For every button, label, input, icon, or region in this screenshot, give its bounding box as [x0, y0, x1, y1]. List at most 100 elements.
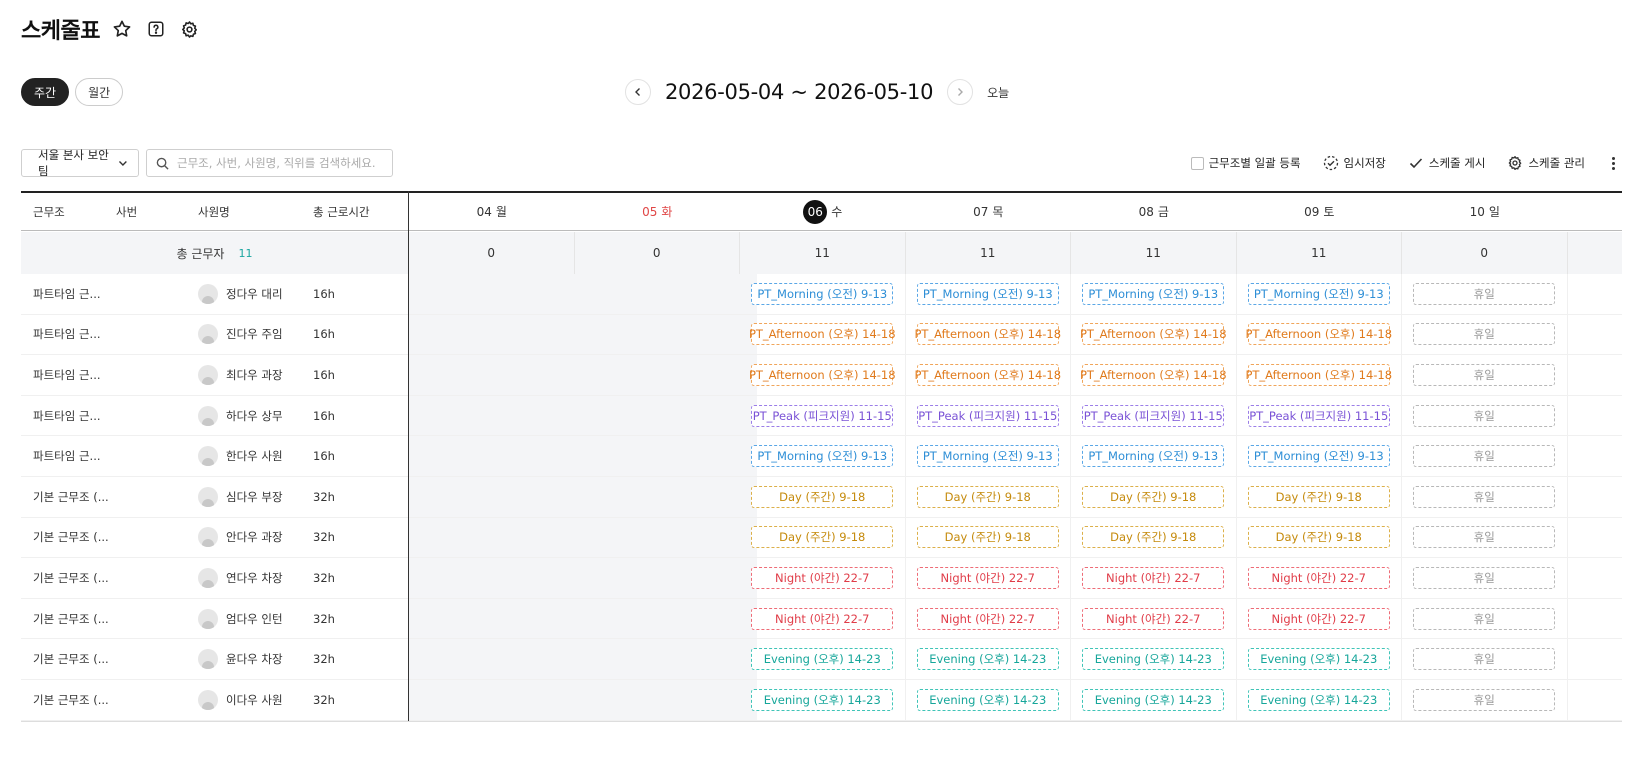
shift-tag-night[interactable]: Night (야간) 22-7 [751, 607, 894, 630]
shift-tag-off[interactable]: 휴일 [1413, 648, 1556, 671]
shift-tag-afternoon[interactable]: PT_Afternoon (오후) 14-18 [1080, 323, 1227, 346]
shift-tag-off[interactable]: 휴일 [1413, 282, 1556, 305]
shift-tag-evening[interactable]: Evening (오후) 14-23 [751, 688, 894, 711]
row-employee[interactable]: 심다우 부장 [198, 477, 283, 517]
more-options-icon[interactable] [1605, 156, 1621, 170]
row-hours: 32h [313, 570, 335, 585]
weekly-view-button[interactable]: 주간 [21, 78, 70, 106]
shift-tag-night[interactable]: Night (야간) 22-7 [1082, 566, 1225, 589]
shift-tag-afternoon[interactable]: PT_Afternoon (오후) 14-18 [1080, 363, 1227, 386]
help-icon[interactable] [144, 17, 168, 41]
shift-tag-morning[interactable]: PT_Morning (오전) 9-13 [1247, 282, 1390, 305]
checkbox-box[interactable] [1190, 156, 1204, 170]
shift-tag-evening[interactable]: Evening (오후) 14-23 [1082, 688, 1225, 711]
shift-tag-evening[interactable]: Evening (오후) 14-23 [1082, 648, 1225, 671]
shift-tag-evening[interactable]: Evening (오후) 14-23 [1247, 648, 1390, 671]
shift-tag-night[interactable]: Night (야간) 22-7 [916, 566, 1059, 589]
temp-save-button[interactable]: 임시저장 [1323, 155, 1386, 171]
shift-tag-night[interactable]: Night (야간) 22-7 [751, 566, 894, 589]
shift-tag-off[interactable]: 휴일 [1413, 526, 1556, 549]
shift-tag-peak[interactable]: PT_Peak (피크지원) 11-15 [916, 404, 1059, 427]
row-group: 기본 근무조 (... [33, 570, 109, 585]
shift-tag-evening[interactable]: Evening (오후) 14-23 [1247, 688, 1390, 711]
shift-tag-night[interactable]: Night (야간) 22-7 [1247, 566, 1390, 589]
shift-tag-day[interactable]: Day (주간) 9-18 [916, 526, 1059, 549]
shift-cell: Night (야간) 22-7 [906, 598, 1071, 639]
shift-tag-evening[interactable]: Evening (오후) 14-23 [916, 688, 1059, 711]
shift-tag-afternoon[interactable]: PT_Afternoon (오후) 14-18 [749, 323, 896, 346]
manage-label: 스케줄 관리 [1528, 156, 1585, 170]
date-range: 2026-05-04 ~ 2026-05-10 [665, 80, 934, 104]
shift-tag-off[interactable]: 휴일 [1413, 323, 1556, 346]
shift-tag-day[interactable]: Day (주간) 9-18 [1247, 485, 1390, 508]
shift-tag-night[interactable]: Night (야간) 22-7 [1082, 607, 1225, 630]
shift-tag-peak[interactable]: PT_Peak (피크지원) 11-15 [1247, 404, 1390, 427]
shift-tag-afternoon[interactable]: PT_Afternoon (오후) 14-18 [914, 363, 1061, 386]
row-employee[interactable]: 진다우 주임 [198, 315, 283, 355]
shift-tag-off[interactable]: 휴일 [1413, 485, 1556, 508]
row-employee[interactable]: 윤다우 차장 [198, 639, 283, 679]
shift-tag-afternoon[interactable]: PT_Afternoon (오후) 14-18 [914, 323, 1061, 346]
shift-tag-off[interactable]: 휴일 [1413, 607, 1556, 630]
next-week-button[interactable] [947, 79, 974, 105]
publish-button[interactable]: 스케줄 게시 [1408, 155, 1485, 171]
shift-tag-evening[interactable]: Evening (오후) 14-23 [916, 648, 1059, 671]
shift-tag-night[interactable]: Night (야간) 22-7 [916, 607, 1059, 630]
manage-button[interactable]: 스케줄 관리 [1507, 155, 1585, 171]
row-employee[interactable]: 엄다우 인턴 [198, 599, 283, 639]
chevron-down-icon [119, 161, 128, 166]
search-input[interactable] [177, 156, 382, 170]
shift-cell: Day (주간) 9-18 [1237, 477, 1402, 517]
team-select[interactable]: 서울 본사 보안팀 [21, 148, 139, 178]
shift-tag-off[interactable]: 휴일 [1413, 363, 1556, 386]
shift-tag-peak[interactable]: PT_Peak (피크지원) 11-15 [751, 404, 894, 427]
shift-tag-day[interactable]: Day (주간) 9-18 [1247, 526, 1390, 549]
shift-tag-morning[interactable]: PT_Morning (오전) 9-13 [916, 445, 1059, 468]
avatar [198, 649, 218, 670]
shift-tag-afternoon[interactable]: PT_Afternoon (오후) 14-18 [1245, 323, 1392, 346]
star-icon[interactable] [110, 17, 134, 41]
avatar [198, 689, 218, 710]
shift-tag-off[interactable]: 휴일 [1413, 566, 1556, 589]
row-employee[interactable]: 정다우 대리 [198, 274, 283, 314]
row-employee[interactable]: 한다우 사원 [198, 436, 283, 476]
day-header-5: 09 토 [1237, 193, 1403, 230]
shift-cell: Night (야간) 22-7 [1237, 558, 1402, 598]
shift-tag-night[interactable]: Night (야간) 22-7 [1247, 607, 1390, 630]
shift-tag-morning[interactable]: PT_Morning (오전) 9-13 [751, 282, 894, 305]
shift-tag-morning[interactable]: PT_Morning (오전) 9-13 [1247, 445, 1390, 468]
row-employee[interactable]: 안다우 과장 [198, 518, 283, 558]
shift-tag-off[interactable]: 휴일 [1413, 688, 1556, 711]
day-weekday: 금 [1157, 205, 1169, 219]
row-hours: 16h [313, 327, 335, 342]
day-worker-count: 11 [1237, 232, 1402, 274]
row-employee[interactable]: 최다우 과장 [198, 355, 283, 395]
gear-icon[interactable] [178, 17, 202, 41]
row-employee-name: 정다우 대리 [226, 286, 283, 301]
prev-week-button[interactable] [625, 79, 651, 105]
shift-tag-peak[interactable]: PT_Peak (피크지원) 11-15 [1082, 404, 1225, 427]
shift-tag-morning[interactable]: PT_Morning (오전) 9-13 [916, 282, 1059, 305]
col-group-header: 근무조 [33, 204, 65, 219]
bulk-register-checkbox[interactable]: 근무조별 일괄 등록 [1190, 155, 1301, 171]
shift-tag-off[interactable]: 휴일 [1413, 404, 1556, 427]
shift-tag-day[interactable]: Day (주간) 9-18 [916, 485, 1059, 508]
shift-tag-morning[interactable]: PT_Morning (오전) 9-13 [751, 445, 894, 468]
shift-tag-morning[interactable]: PT_Morning (오전) 9-13 [1082, 282, 1225, 305]
row-hours: 16h [313, 367, 335, 382]
row-employee[interactable]: 이다우 사원 [198, 680, 283, 720]
shift-tag-day[interactable]: Day (주간) 9-18 [751, 526, 894, 549]
shift-tag-day[interactable]: Day (주간) 9-18 [751, 485, 894, 508]
monthly-view-button[interactable]: 월간 [75, 78, 124, 106]
today-button[interactable]: 오늘 [987, 84, 1009, 101]
shift-tag-off[interactable]: 휴일 [1413, 445, 1556, 468]
shift-tag-evening[interactable]: Evening (오후) 14-23 [751, 648, 894, 671]
shift-tag-day[interactable]: Day (주간) 9-18 [1082, 485, 1225, 508]
shift-tag-day[interactable]: Day (주간) 9-18 [1082, 526, 1225, 549]
day-weekday: 일 [1488, 205, 1500, 219]
shift-tag-afternoon[interactable]: PT_Afternoon (오후) 14-18 [749, 363, 896, 386]
shift-tag-afternoon[interactable]: PT_Afternoon (오후) 14-18 [1245, 363, 1392, 386]
shift-tag-morning[interactable]: PT_Morning (오전) 9-13 [1082, 445, 1225, 468]
row-employee[interactable]: 하다우 상무 [198, 396, 283, 436]
row-employee[interactable]: 연다우 차장 [198, 558, 283, 598]
